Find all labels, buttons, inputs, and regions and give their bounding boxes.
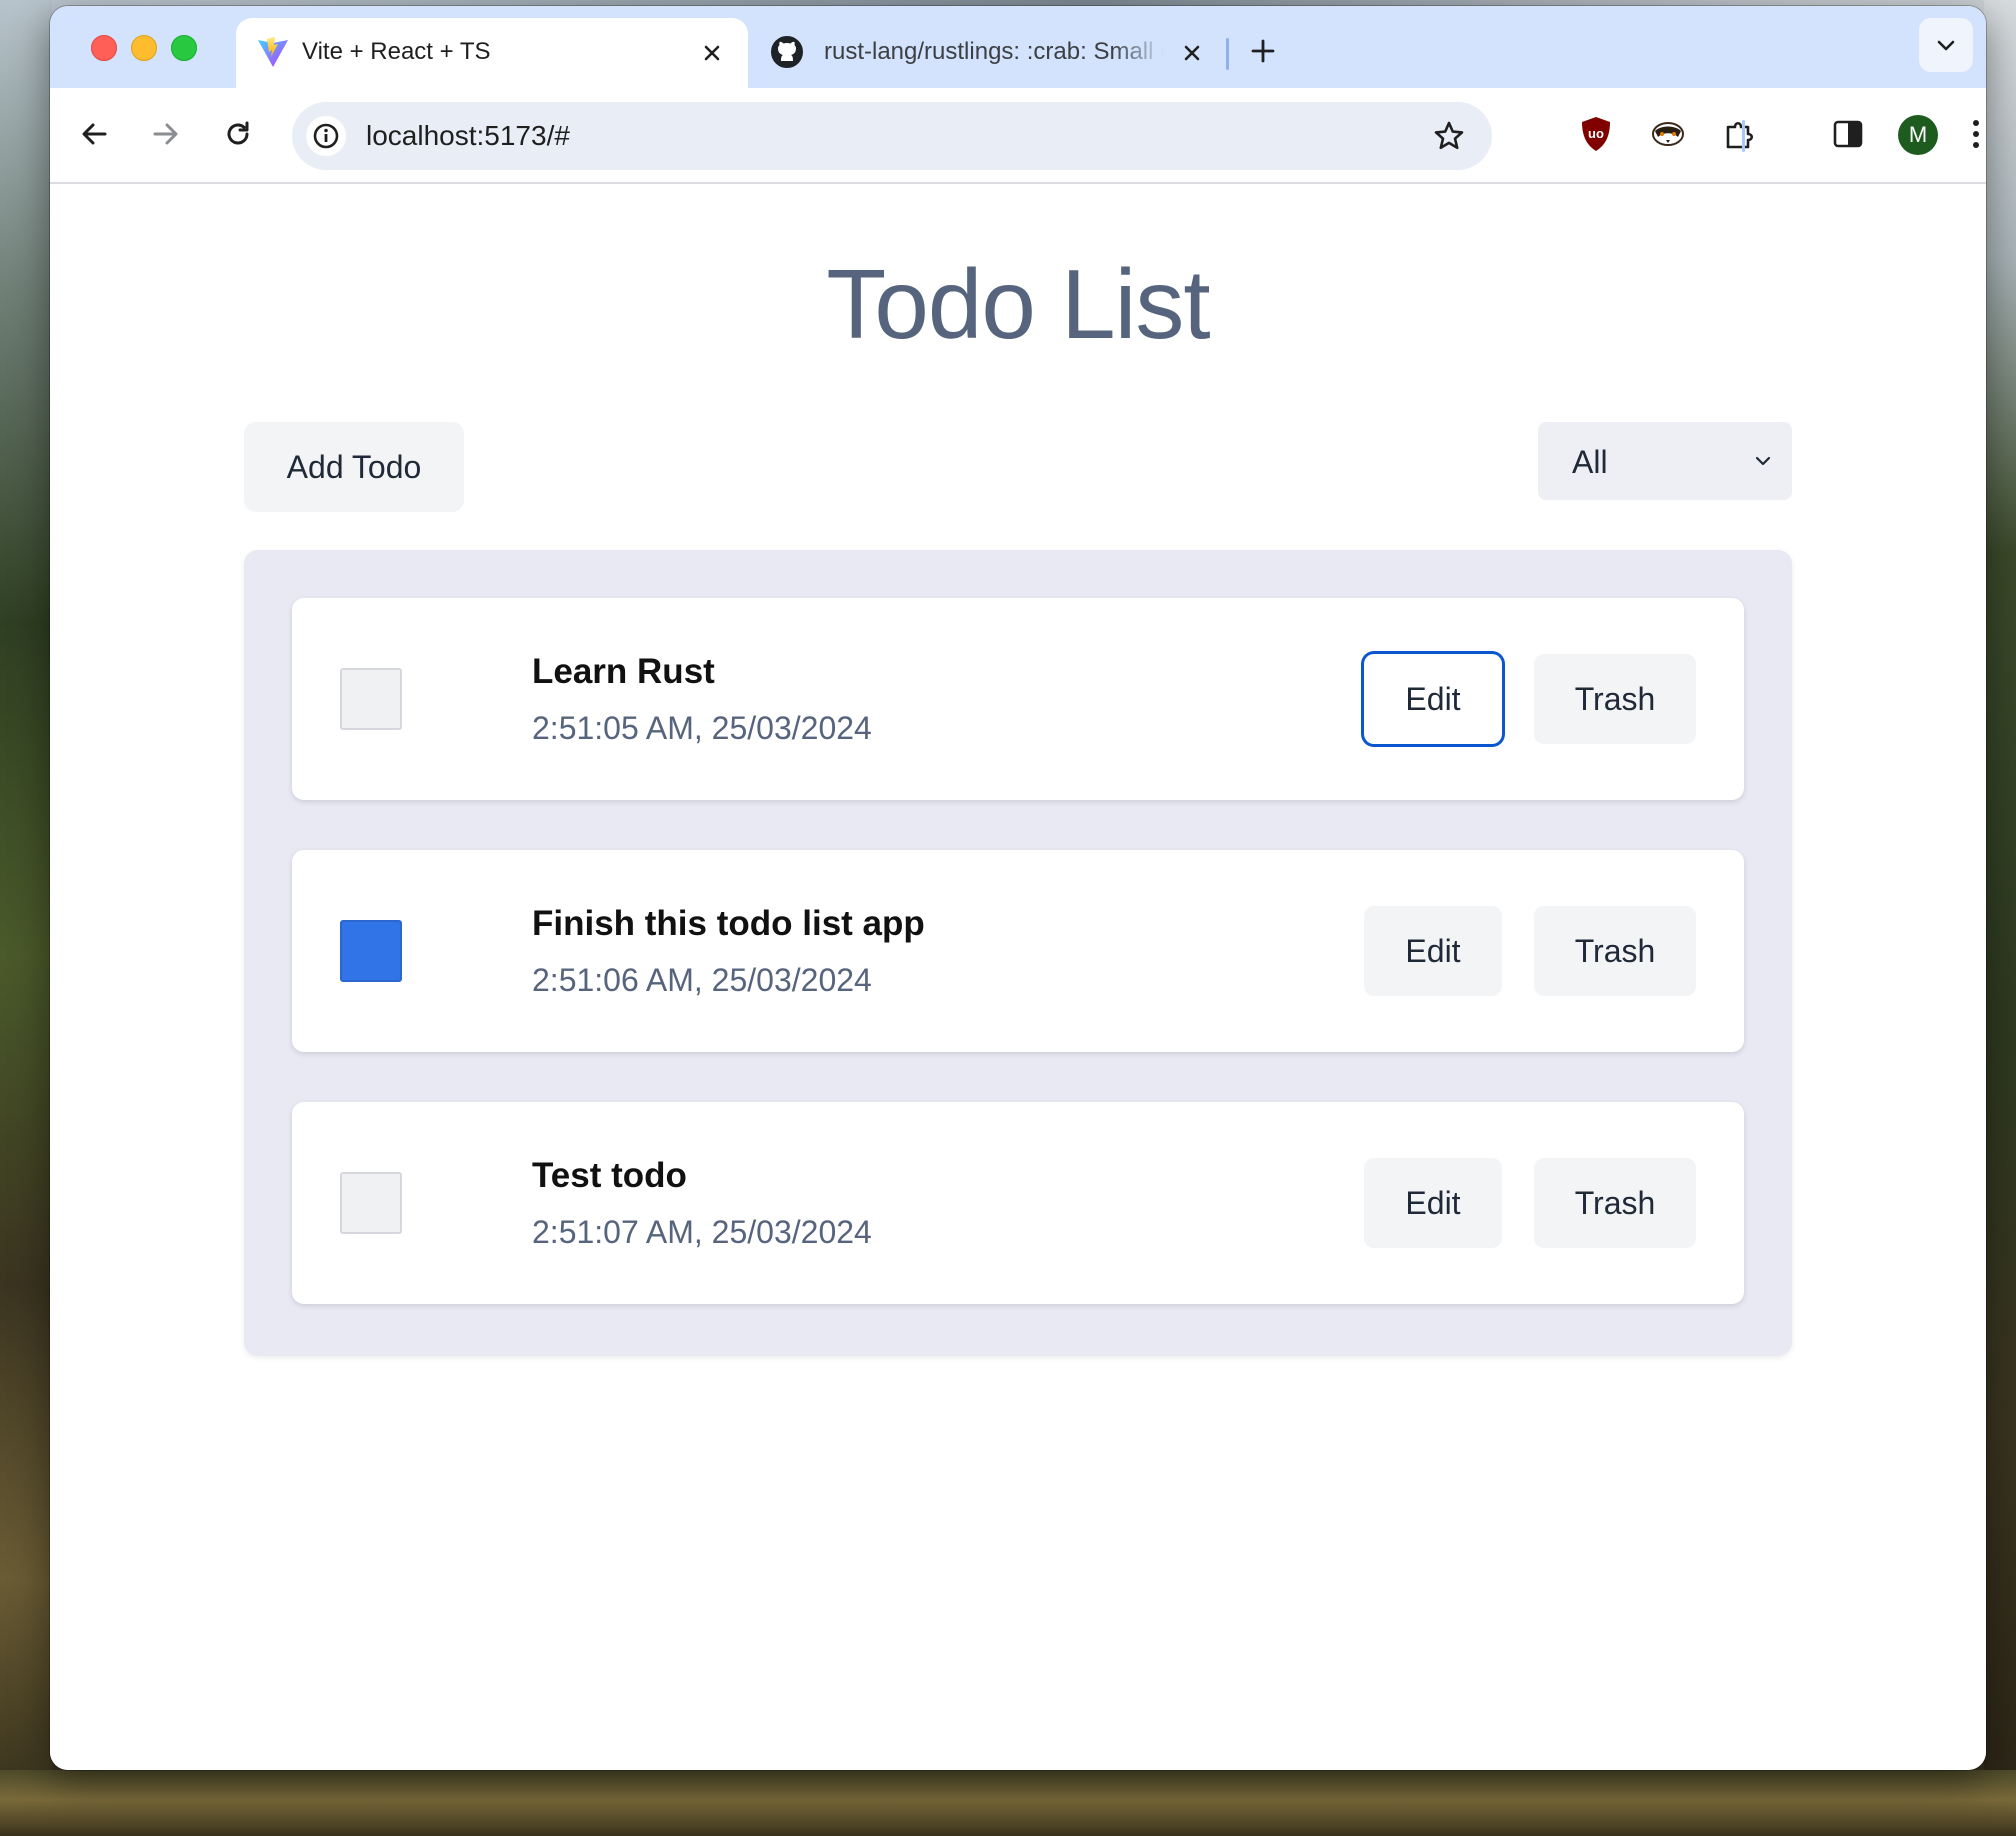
todo-checkbox[interactable] bbox=[340, 1172, 402, 1234]
close-tab-icon[interactable] bbox=[696, 37, 728, 69]
edit-button[interactable]: Edit bbox=[1364, 1158, 1502, 1248]
todo-checkbox[interactable] bbox=[340, 920, 402, 982]
forward-arrow-icon bbox=[153, 123, 178, 145]
url-text: localhost:5173/# bbox=[366, 120, 570, 151]
new-tab-button[interactable] bbox=[1244, 32, 1282, 70]
browser-window: Vite + React + TS rust-lang/rustlings: :… bbox=[50, 6, 1986, 1770]
close-tab-icon[interactable] bbox=[1176, 37, 1208, 69]
extensions-puzzle-icon[interactable] bbox=[1714, 108, 1766, 160]
vite-logo-icon bbox=[256, 35, 290, 69]
chevron-down-icon bbox=[1755, 456, 1771, 466]
tab-title: rust-lang/rustlings: :crab: Small exerci… bbox=[824, 38, 1164, 65]
tab-title: Vite + React + TS bbox=[302, 38, 491, 65]
filter-selected-value: All bbox=[1572, 444, 1608, 480]
todo-item: Learn Rust 2:51:05 AM, 25/03/2024 Edit T… bbox=[292, 598, 1744, 800]
desktop-wallpaper-right bbox=[1984, 0, 2016, 1836]
page-title: Todo List bbox=[826, 249, 1210, 359]
add-todo-button[interactable]: Add Todo bbox=[244, 422, 464, 512]
badger-extension-icon[interactable] bbox=[1642, 108, 1694, 160]
github-logo-icon bbox=[770, 35, 804, 69]
chevron-down-icon bbox=[1937, 40, 1955, 51]
edit-button[interactable]: Edit bbox=[1364, 654, 1502, 744]
todo-checkbox[interactable] bbox=[340, 668, 402, 730]
plus-icon bbox=[1251, 39, 1275, 63]
zoom-window-button[interactable] bbox=[171, 35, 197, 61]
profile-avatar[interactable]: M bbox=[1898, 115, 1938, 155]
status-filter-select[interactable]: All bbox=[1538, 422, 1792, 500]
todo-timestamp: 2:51:07 AM, 25/03/2024 bbox=[532, 1214, 872, 1250]
todo-item: Finish this todo list app 2:51:06 AM, 25… bbox=[292, 850, 1744, 1052]
trash-button[interactable]: Trash bbox=[1534, 1158, 1696, 1248]
back-button[interactable] bbox=[68, 108, 120, 160]
side-panel-icon[interactable] bbox=[1822, 108, 1874, 160]
more-menu-icon[interactable] bbox=[1966, 108, 1986, 160]
tab-vite-react[interactable]: Vite + React + TS bbox=[236, 18, 748, 88]
close-window-button[interactable] bbox=[91, 35, 117, 61]
tab-search-button[interactable] bbox=[1919, 18, 1973, 72]
back-arrow-icon bbox=[82, 123, 107, 145]
trash-button[interactable]: Trash bbox=[1534, 906, 1696, 996]
address-bar[interactable]: localhost:5173/# bbox=[292, 102, 1492, 170]
minimize-window-button[interactable] bbox=[131, 35, 157, 61]
trash-button[interactable]: Trash bbox=[1534, 654, 1696, 744]
browser-toolbar: localhost:5173/# uo M bbox=[50, 88, 1986, 184]
page-content: Todo List Add Todo All Learn Rust 2:51:0… bbox=[50, 184, 1986, 1770]
desktop-wallpaper-left bbox=[0, 0, 52, 1836]
reload-icon bbox=[227, 121, 249, 145]
bookmark-star-icon[interactable] bbox=[1428, 115, 1470, 157]
forward-button[interactable] bbox=[140, 108, 192, 160]
site-info-icon[interactable] bbox=[306, 116, 346, 156]
todo-title: Test todo bbox=[532, 1156, 687, 1195]
todo-timestamp: 2:51:05 AM, 25/03/2024 bbox=[532, 710, 872, 746]
tab-separator bbox=[1226, 38, 1229, 70]
todo-item: Test todo 2:51:07 AM, 25/03/2024 Edit Tr… bbox=[292, 1102, 1744, 1304]
ublock-extension-icon[interactable]: uo bbox=[1570, 108, 1622, 160]
todo-title: Finish this todo list app bbox=[532, 904, 925, 943]
todo-title: Learn Rust bbox=[532, 652, 715, 691]
todo-list: Learn Rust 2:51:05 AM, 25/03/2024 Edit T… bbox=[244, 550, 1792, 1356]
svg-text:uo: uo bbox=[1588, 126, 1604, 141]
desktop-wallpaper-bottom bbox=[0, 1770, 2016, 1836]
edit-button[interactable]: Edit bbox=[1364, 906, 1502, 996]
todo-timestamp: 2:51:06 AM, 25/03/2024 bbox=[532, 962, 872, 998]
tab-strip: Vite + React + TS rust-lang/rustlings: :… bbox=[50, 6, 1986, 88]
toolbar-separator bbox=[1742, 120, 1745, 152]
tab-rustlings[interactable]: rust-lang/rustlings: :crab: Small exerci… bbox=[750, 18, 1214, 88]
reload-button[interactable] bbox=[212, 108, 264, 160]
